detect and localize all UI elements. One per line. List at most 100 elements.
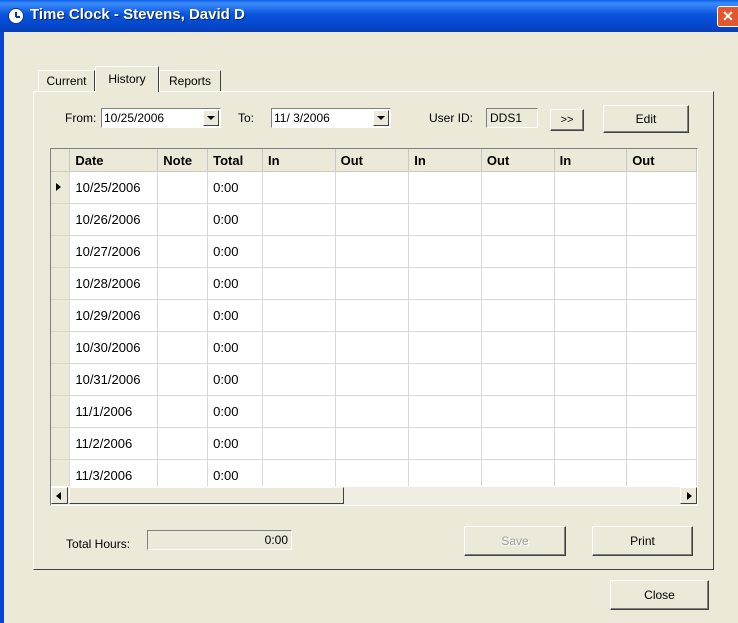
- time-cell[interactable]: [481, 395, 555, 428]
- note-cell[interactable]: [157, 203, 209, 236]
- time-cell[interactable]: [262, 363, 336, 396]
- time-cell[interactable]: [554, 171, 628, 204]
- time-cell[interactable]: [335, 267, 410, 300]
- column-header-out-2[interactable]: Out: [481, 149, 555, 172]
- scroll-thumb[interactable]: [69, 487, 344, 504]
- time-cell[interactable]: [481, 363, 555, 396]
- time-cell[interactable]: [262, 395, 336, 428]
- row-selector[interactable]: [51, 267, 71, 300]
- time-cell[interactable]: [335, 203, 410, 236]
- time-cell[interactable]: [408, 395, 482, 428]
- time-cell[interactable]: [335, 395, 410, 428]
- time-cell[interactable]: [408, 299, 482, 332]
- date-cell[interactable]: 10/25/2006: [69, 171, 159, 204]
- note-cell[interactable]: [157, 267, 209, 300]
- time-cell[interactable]: [481, 267, 555, 300]
- time-cell[interactable]: [626, 299, 697, 332]
- row-selector[interactable]: [51, 203, 71, 236]
- column-header-out-1[interactable]: Out: [335, 149, 410, 172]
- row-selector[interactable]: [51, 299, 71, 332]
- time-cell[interactable]: [481, 235, 555, 268]
- note-cell[interactable]: [157, 395, 209, 428]
- date-cell[interactable]: 10/31/2006: [69, 363, 159, 396]
- time-cell[interactable]: [626, 203, 697, 236]
- total-cell[interactable]: 0:00: [207, 363, 263, 396]
- date-cell[interactable]: 10/28/2006: [69, 267, 159, 300]
- time-cell[interactable]: [262, 299, 336, 332]
- tab-reports[interactable]: Reports: [159, 70, 221, 91]
- column-header-note[interactable]: Note: [157, 149, 209, 172]
- time-cell[interactable]: [554, 363, 628, 396]
- time-cell[interactable]: [554, 395, 628, 428]
- time-cell[interactable]: [262, 171, 336, 204]
- time-cell[interactable]: [262, 203, 336, 236]
- time-cell[interactable]: [335, 427, 410, 460]
- table-row[interactable]: 10/25/2006 0:00: [51, 171, 697, 204]
- chevron-down-icon[interactable]: [203, 110, 219, 126]
- column-header-total[interactable]: Total: [207, 149, 263, 172]
- print-button[interactable]: Print: [592, 526, 693, 556]
- scroll-right-icon[interactable]: [680, 487, 697, 504]
- time-cell[interactable]: [335, 235, 410, 268]
- time-cell[interactable]: [554, 235, 628, 268]
- table-row[interactable]: 10/30/2006 0:00: [51, 331, 697, 364]
- note-cell[interactable]: [157, 171, 209, 204]
- time-cell[interactable]: [262, 331, 336, 364]
- date-cell[interactable]: 10/26/2006: [69, 203, 159, 236]
- date-cell[interactable]: 10/30/2006: [69, 331, 159, 364]
- time-cell[interactable]: [626, 427, 697, 460]
- time-cell[interactable]: [481, 171, 555, 204]
- time-cell[interactable]: [335, 171, 410, 204]
- time-cell[interactable]: [626, 363, 697, 396]
- table-row[interactable]: 11/1/2006 0:00: [51, 395, 697, 428]
- time-cell[interactable]: [481, 203, 555, 236]
- window-close-button[interactable]: ✕: [717, 6, 738, 27]
- scroll-left-icon[interactable]: [51, 487, 68, 504]
- date-cell[interactable]: 11/1/2006: [69, 395, 159, 428]
- tab-current[interactable]: Current: [38, 70, 95, 91]
- total-cell[interactable]: 0:00: [207, 331, 263, 364]
- time-cell[interactable]: [335, 363, 410, 396]
- total-cell[interactable]: 0:00: [207, 299, 263, 332]
- column-header-in-3[interactable]: In: [554, 149, 628, 172]
- time-cell[interactable]: [554, 267, 628, 300]
- note-cell[interactable]: [157, 235, 209, 268]
- row-selector[interactable]: [51, 395, 71, 428]
- close-button[interactable]: Close: [610, 580, 709, 610]
- time-cell[interactable]: [408, 427, 482, 460]
- time-cell[interactable]: [481, 427, 555, 460]
- time-cell[interactable]: [262, 427, 336, 460]
- time-cell[interactable]: [554, 203, 628, 236]
- time-cell[interactable]: [626, 267, 697, 300]
- time-cell[interactable]: [335, 331, 410, 364]
- row-selector[interactable]: [51, 363, 71, 396]
- total-cell[interactable]: 0:00: [207, 427, 263, 460]
- date-cell[interactable]: 11/2/2006: [69, 427, 159, 460]
- total-cell[interactable]: 0:00: [207, 395, 263, 428]
- from-date-combo[interactable]: 10/25/2006: [101, 108, 221, 128]
- column-header-date[interactable]: Date: [69, 149, 159, 172]
- row-selector[interactable]: [51, 427, 71, 460]
- time-cell[interactable]: [554, 427, 628, 460]
- row-selector[interactable]: [51, 171, 71, 204]
- chevron-down-icon[interactable]: [373, 110, 389, 126]
- time-cell[interactable]: [481, 331, 555, 364]
- table-row[interactable]: 10/28/2006 0:00: [51, 267, 697, 300]
- total-cell[interactable]: 0:00: [207, 267, 263, 300]
- time-cell[interactable]: [335, 299, 410, 332]
- row-selector[interactable]: [51, 235, 71, 268]
- table-row[interactable]: 10/31/2006 0:00: [51, 363, 697, 396]
- table-row[interactable]: 10/27/2006 0:00: [51, 235, 697, 268]
- table-row[interactable]: 10/29/2006 0:00: [51, 299, 697, 332]
- time-cell[interactable]: [554, 331, 628, 364]
- total-cell[interactable]: 0:00: [207, 235, 263, 268]
- time-cell[interactable]: [408, 363, 482, 396]
- note-cell[interactable]: [157, 427, 209, 460]
- history-grid[interactable]: Date Note Total In Out In Out In Out 10/…: [50, 148, 698, 506]
- note-cell[interactable]: [157, 331, 209, 364]
- horizontal-scrollbar[interactable]: [51, 486, 697, 505]
- table-row[interactable]: 10/26/2006 0:00: [51, 203, 697, 236]
- column-header-in-2[interactable]: In: [408, 149, 482, 172]
- column-header-in-1[interactable]: In: [262, 149, 336, 172]
- time-cell[interactable]: [626, 235, 697, 268]
